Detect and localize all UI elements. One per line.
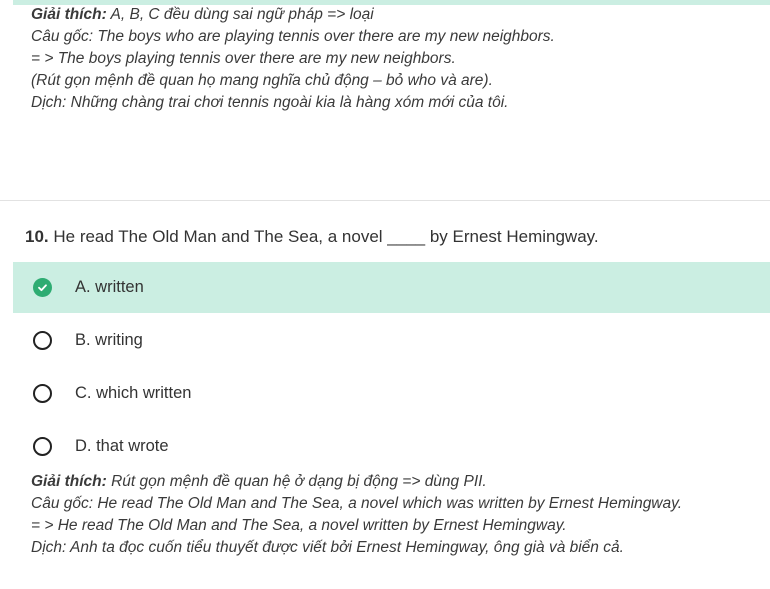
radio-circle-icon[interactable] <box>33 437 52 456</box>
explanation-line: Câu gốc: He read The Old Man and The Sea… <box>31 495 683 512</box>
previous-explanation-heading: Giải thích: A, B, C đều dùng sai ngữ phá… <box>31 4 555 26</box>
option-label: C. which written <box>75 384 192 402</box>
quiz-page: Giải thích: A, B, C đều dùng sai ngữ phá… <box>0 0 770 589</box>
radio-circle-icon[interactable] <box>33 331 52 350</box>
explanation-summary: Rút gọn mệnh đề quan hệ ở dạng bị động =… <box>106 473 487 490</box>
explanation-line: = > The boys playing tennis over there a… <box>31 50 456 67</box>
explanation-line: (Rút gọn mệnh đề quan họ mang nghĩa chủ … <box>31 72 493 89</box>
question-text: 10. He read The Old Man and The Sea, a n… <box>25 225 599 249</box>
option-label: A. written <box>75 278 144 296</box>
explanation-summary: A, B, C đều dùng sai ngữ pháp => loại <box>106 6 374 23</box>
explanation-heading: Giải thích: Rút gọn mệnh đề quan hệ ở dạ… <box>31 471 682 493</box>
radio-circle-icon[interactable] <box>33 384 52 403</box>
explanation: Giải thích: Rút gọn mệnh đề quan hệ ở dạ… <box>31 471 682 559</box>
option-label: B. writing <box>75 331 143 349</box>
question-body: He read The Old Man and The Sea, a novel… <box>48 227 599 246</box>
explanation-line: Câu gốc: The boys who are playing tennis… <box>31 28 555 45</box>
explanation-line: Dịch: Những chàng trai chơi tennis ngoài… <box>31 94 509 111</box>
option-label: D. that wrote <box>75 437 169 455</box>
previous-explanation: Giải thích: A, B, C đều dùng sai ngữ phá… <box>31 4 555 114</box>
option-a[interactable]: A. written <box>13 262 770 313</box>
question-number: 10. <box>25 227 49 246</box>
option-b[interactable]: B. writing <box>13 315 770 366</box>
explanation-line: Dịch: Anh ta đọc cuốn tiểu thuyết được v… <box>31 539 624 556</box>
question-divider <box>0 200 770 201</box>
check-circle-icon <box>33 278 52 297</box>
explanation-label: Giải thích: <box>31 6 107 23</box>
explanation-line: = > He read The Old Man and The Sea, a n… <box>31 517 567 534</box>
option-d[interactable]: D. that wrote <box>13 421 770 472</box>
option-c[interactable]: C. which written <box>13 368 770 419</box>
explanation-label: Giải thích: <box>31 473 107 490</box>
